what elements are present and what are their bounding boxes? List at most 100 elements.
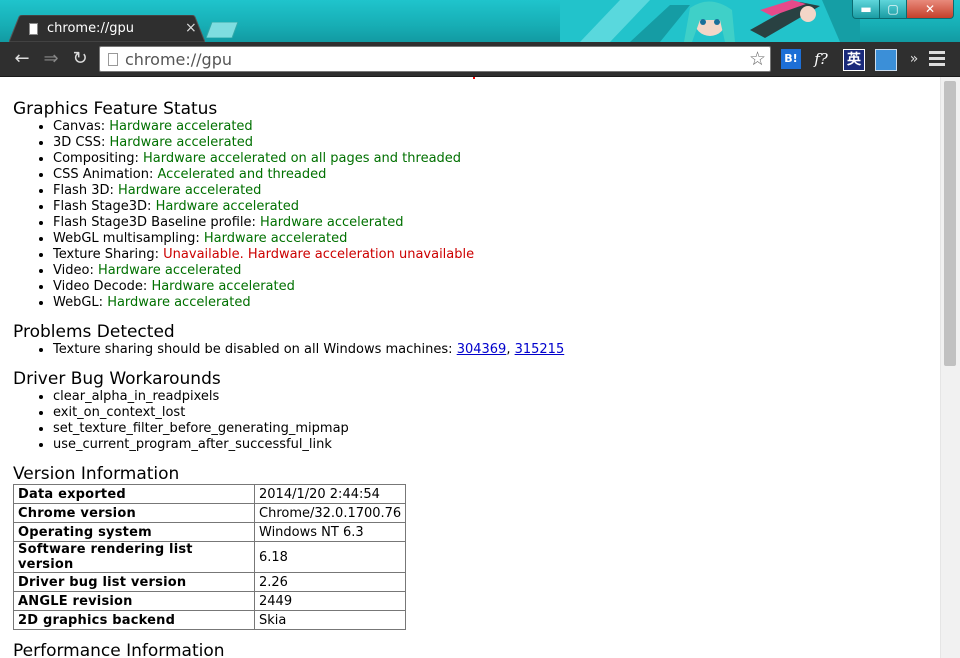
feature-name: WebGL xyxy=(53,295,99,310)
link-separator: , xyxy=(506,342,515,357)
version-table: Data exported 2014/1/20 2:44:54 Chrome ve… xyxy=(13,484,407,630)
table-value: Windows NT 6.3 xyxy=(253,522,407,542)
table-key: Operating system xyxy=(13,522,255,542)
table-value: Chrome/32.0.1700.76 xyxy=(253,503,407,523)
extensions-overflow-icon[interactable]: » xyxy=(904,49,924,69)
browser-toolbar: ← ⇒ ↻ ☆ B! f? 英 » xyxy=(0,42,960,77)
performance-section: Performance Information xyxy=(13,641,913,658)
table-row: Operating system Windows NT 6.3 xyxy=(13,522,407,542)
tab-active[interactable]: chrome://gpu × xyxy=(9,15,205,42)
omnibox[interactable]: ☆ xyxy=(99,46,771,72)
tab-title: chrome://gpu xyxy=(47,21,134,36)
table-key: Chrome version xyxy=(13,503,255,523)
vertical-scrollbar[interactable] xyxy=(940,77,960,658)
feature-status-value: Hardware accelerated xyxy=(151,279,295,294)
feature-status-item: Video Decode: Hardware accelerated xyxy=(53,279,913,295)
feature-name: WebGL multisampling xyxy=(53,231,196,246)
problem-text: Texture sharing should be disabled on al… xyxy=(53,342,457,357)
feature-name: Flash Stage3D xyxy=(53,199,148,214)
list-item: clear_alpha_in_readpixels xyxy=(53,389,913,405)
table-key: Driver bug list version xyxy=(13,572,255,592)
bug-link[interactable]: 315215 xyxy=(515,342,565,357)
reload-icon[interactable]: ↻ xyxy=(70,49,90,69)
scrollbar-thumb[interactable] xyxy=(944,81,956,366)
feature-status-item: Flash 3D: Hardware accelerated xyxy=(53,183,913,199)
feature-name: Flash 3D xyxy=(53,183,110,198)
feature-status-item: WebGL multisampling: Hardware accelerate… xyxy=(53,231,913,247)
list-item: set_texture_filter_before_generating_mip… xyxy=(53,421,913,437)
title-bar[interactable]: ▬ ▢ ✕ chrome://gpu × xyxy=(0,0,960,42)
gpu-info-document: Graphics Feature Status Canvas: Hardware… xyxy=(13,99,913,658)
page-icon xyxy=(108,53,118,66)
back-icon[interactable]: ← xyxy=(12,49,32,69)
page-icon xyxy=(29,23,38,35)
feature-status-item: 3D CSS: Hardware accelerated xyxy=(53,135,913,151)
window-controls: ▬ ▢ ✕ xyxy=(852,0,954,19)
feature-status-value: Unavailable. Hardware acceleration unava… xyxy=(163,247,475,262)
feature-status-value: Hardware accelerated xyxy=(260,215,404,230)
feature-status-value: Hardware accelerated on all pages and th… xyxy=(143,151,462,166)
feature-name: Texture Sharing xyxy=(53,247,155,262)
feature-status-item: WebGL: Hardware accelerated xyxy=(53,295,913,311)
bug-link[interactable]: 304369 xyxy=(457,342,507,357)
feature-status-item: Flash Stage3D Baseline profile: Hardware… xyxy=(53,215,913,231)
version-heading: Version Information xyxy=(13,464,180,484)
feature-status-list: Canvas: Hardware accelerated3D CSS: Hard… xyxy=(53,119,913,311)
list-item: exit_on_context_lost xyxy=(53,405,913,421)
feature-name: Video xyxy=(53,263,90,278)
feature-status-item: Canvas: Hardware accelerated xyxy=(53,119,913,135)
table-row: Software rendering list version 6.18 xyxy=(13,541,407,573)
function-icon[interactable]: f? xyxy=(811,49,831,69)
tab-close-icon[interactable]: × xyxy=(185,20,197,36)
problems-heading: Problems Detected xyxy=(13,322,175,342)
status-marker xyxy=(473,77,475,79)
feature-status-value: Hardware accelerated xyxy=(203,231,348,246)
workarounds-section: Driver Bug Workarounds clear_alpha_in_re… xyxy=(13,369,913,453)
url-input[interactable] xyxy=(125,49,735,69)
feature-status-value: Hardware accelerated xyxy=(109,135,253,150)
minimize-button[interactable]: ▬ xyxy=(852,0,880,19)
feature-status-value: Hardware accelerated xyxy=(97,263,242,278)
table-key: Data exported xyxy=(13,484,255,504)
hatena-bookmark-icon[interactable]: B! xyxy=(781,49,801,69)
feature-status-section: Graphics Feature Status Canvas: Hardware… xyxy=(13,99,913,311)
feature-name: CSS Animation xyxy=(53,167,149,182)
close-window-button[interactable]: ✕ xyxy=(907,0,954,19)
problems-list: Texture sharing should be disabled on al… xyxy=(53,342,913,358)
maximize-button[interactable]: ▢ xyxy=(880,0,907,19)
list-item: Texture sharing should be disabled on al… xyxy=(53,342,913,358)
screenshot-icon[interactable] xyxy=(875,49,897,71)
problems-section: Problems Detected Texture sharing should… xyxy=(13,322,913,358)
table-key: ANGLE revision xyxy=(13,591,255,611)
table-value: 2.26 xyxy=(253,572,407,592)
list-item: use_current_program_after_successful_lin… xyxy=(53,437,913,453)
feature-name: Canvas xyxy=(53,119,101,134)
feature-status-item: Flash Stage3D: Hardware accelerated xyxy=(53,199,913,215)
feature-name: Video Decode xyxy=(53,279,143,294)
table-value: 2014/1/20 2:44:54 xyxy=(253,484,407,504)
performance-heading: Performance Information xyxy=(13,641,225,658)
forward-icon[interactable]: ⇒ xyxy=(41,49,61,69)
table-row: Data exported 2014/1/20 2:44:54 xyxy=(13,484,407,504)
feature-status-value: Hardware accelerated xyxy=(118,183,262,198)
table-value: 6.18 xyxy=(253,541,407,573)
feature-status-value: Hardware accelerated xyxy=(109,119,253,134)
feature-status-value: Hardware accelerated xyxy=(107,295,251,310)
table-value: Skia xyxy=(253,610,407,630)
english-dictionary-icon[interactable]: 英 xyxy=(843,49,865,71)
chrome-menu-icon[interactable] xyxy=(929,51,945,69)
bookmark-star-icon[interactable]: ☆ xyxy=(749,48,766,70)
feature-status-value: Hardware accelerated xyxy=(155,199,299,214)
feature-name: Flash Stage3D Baseline profile xyxy=(53,215,252,230)
new-tab-button[interactable] xyxy=(206,22,238,38)
feature-status-heading: Graphics Feature Status xyxy=(13,99,218,119)
table-key: 2D graphics backend xyxy=(13,610,255,630)
feature-name: 3D CSS xyxy=(53,135,101,150)
workarounds-list: clear_alpha_in_readpixels exit_on_contex… xyxy=(53,389,913,453)
feature-status-value: Accelerated and threaded xyxy=(157,167,327,182)
table-row: Chrome version Chrome/32.0.1700.76 xyxy=(13,503,407,523)
table-row: 2D graphics backend Skia xyxy=(13,610,407,630)
workarounds-heading: Driver Bug Workarounds xyxy=(13,369,221,389)
feature-status-item: CSS Animation: Accelerated and threaded xyxy=(53,167,913,183)
table-value: 2449 xyxy=(253,591,407,611)
